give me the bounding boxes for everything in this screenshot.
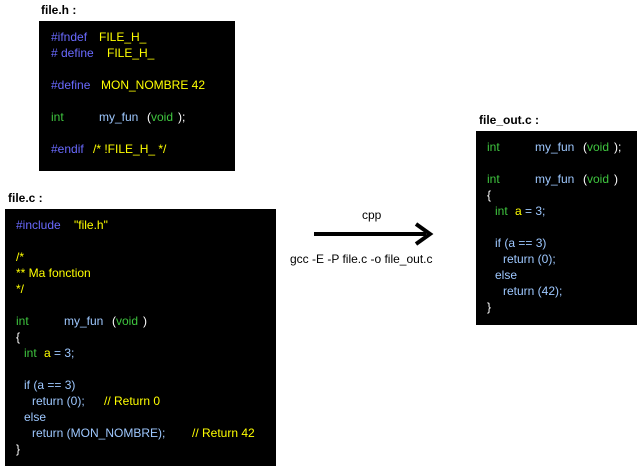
code-token: /* (16, 250, 25, 264)
code-token: return (0); (503, 252, 556, 266)
code-token: = 3; (525, 204, 546, 218)
code-line: int a = 3; (476, 203, 637, 219)
code-token: /* !FILE_H_ */ (93, 142, 167, 156)
code-token: int (51, 110, 64, 124)
code-line: { (5, 329, 276, 345)
code-token: my_fun (64, 314, 104, 328)
code-line: return (0); (476, 251, 637, 267)
code-line: int my_fun(void); (39, 109, 235, 125)
code-token: void (151, 110, 174, 124)
code-token: ) (614, 172, 618, 186)
code-line: else (476, 267, 637, 283)
file-c-label: file.c : (8, 191, 43, 205)
code-token: void (587, 140, 610, 154)
arrow-right-icon (314, 222, 434, 246)
code-token: int (16, 314, 29, 328)
code-token: return (42); (503, 284, 563, 298)
code-token: } (16, 442, 21, 456)
file-h-label: file.h : (41, 3, 77, 17)
code-token: = 3; (54, 346, 75, 360)
code-token: } (487, 300, 492, 314)
code-token: else (495, 268, 518, 282)
code-token: if (a == 3) (495, 236, 547, 250)
code-token: FILE_H_ (99, 30, 147, 44)
code-token: my_fun (535, 140, 575, 154)
code-token: // Return 42 (192, 426, 255, 440)
code-line: int my_fun(void) (476, 171, 637, 187)
code-line: #ifndef FILE_H_ (39, 29, 235, 45)
gcc-command-label: gcc -E -P file.c -o file_out.c (290, 252, 433, 266)
file-out-code-panel: int my_fun(void); int my_fun(void){int a = 3;… (476, 131, 637, 325)
code-token: void (116, 314, 139, 328)
code-line: */ (5, 281, 276, 297)
code-line: if (a == 3) (476, 235, 637, 251)
code-line: ** Ma fonction (5, 265, 276, 281)
code-token: ** Ma fonction (16, 266, 91, 280)
code-token: int (487, 172, 500, 186)
code-token: int (24, 346, 37, 360)
code-line: return (0); // Return 0 (5, 393, 276, 409)
code-token: return (MON_NOMBRE); (32, 426, 166, 440)
code-token: if (a == 3) (24, 378, 76, 392)
code-token: int (487, 140, 500, 154)
code-token: void (587, 172, 610, 186)
file-c-code-panel: #include "file.h" /* ** Ma fonction */ int my_… (5, 209, 276, 466)
code-line: return (42); (476, 283, 637, 299)
code-token: ) (143, 314, 147, 328)
code-line: { (476, 187, 637, 203)
code-line: # define FILE_H_ (39, 45, 235, 61)
code-token: ); (614, 140, 622, 154)
code-token: my_fun (99, 110, 139, 124)
code-token: */ (16, 282, 25, 296)
file-h-code-panel: #ifndef FILE_H_ # define FILE_H_ #define MON_… (39, 21, 235, 171)
code-line: } (476, 299, 637, 315)
code-line: if (a == 3) (5, 377, 276, 393)
code-token: MON_NOMBRE 42 (101, 78, 206, 92)
code-token: return (0); (32, 394, 85, 408)
code-token: #ifndef (51, 30, 88, 44)
code-token: else (24, 410, 47, 424)
code-line: return (MON_NOMBRE); // Return 42 (5, 425, 276, 441)
code-token: // Return 0 (104, 394, 161, 408)
code-token: FILE_H_ (107, 46, 155, 60)
code-line: #endif /* !FILE_H_ */ (39, 141, 235, 157)
code-token: int (495, 204, 508, 218)
code-token: ); (178, 110, 186, 124)
code-token: { (16, 330, 21, 344)
code-token: "file.h" (74, 218, 108, 232)
code-line: #include "file.h" (5, 217, 276, 233)
code-token: a (44, 346, 51, 360)
code-token: #endif (51, 142, 84, 156)
code-line: int my_fun(void); (476, 139, 637, 155)
code-token: #include (16, 218, 61, 232)
code-line: int my_fun(void) (5, 313, 276, 329)
code-line: int a = 3; (5, 345, 276, 361)
code-line: #define MON_NOMBRE 42 (39, 77, 235, 93)
code-token: { (487, 188, 492, 202)
code-line: else (5, 409, 276, 425)
code-token: #define (51, 78, 91, 92)
code-line: /* (5, 249, 276, 265)
code-token: # define (51, 46, 94, 60)
code-token: a (515, 204, 522, 218)
file-out-label: file_out.c : (479, 113, 540, 127)
code-line: } (5, 441, 276, 457)
code-token: my_fun (535, 172, 575, 186)
